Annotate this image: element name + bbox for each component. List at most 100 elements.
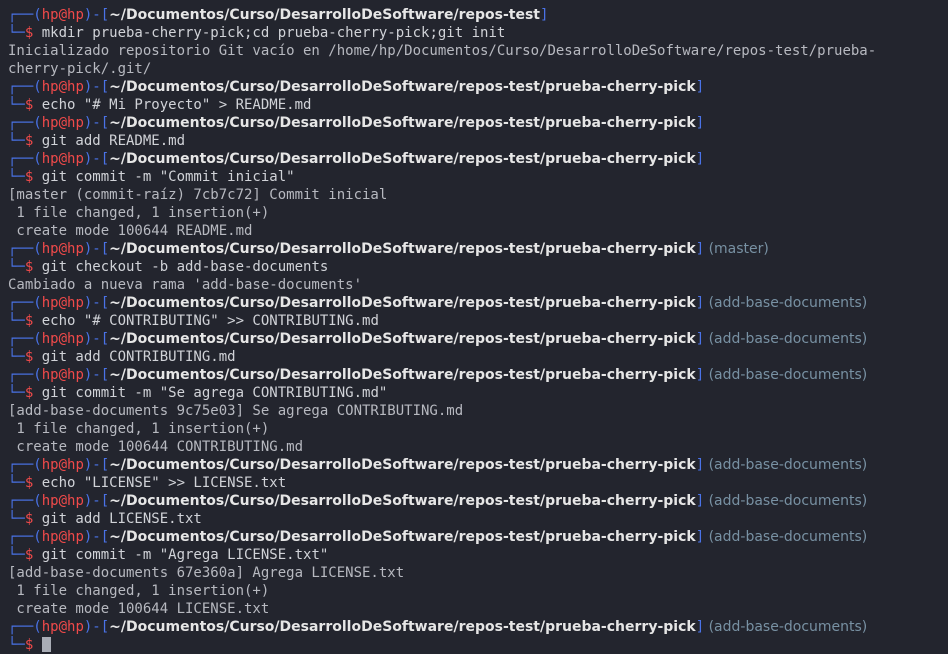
output-line: 1 file changed, 1 insertion(+) [8,205,270,221]
prompt-bracket: )-[ [83,79,110,95]
prompt-bracket-close: ] [695,529,705,545]
command-line: └─$ echo "# Mi Proyecto" > README.md [0,96,948,114]
git-branch-label: (add-base-documents) [708,367,868,383]
output-line: 1 file changed, 1 insertion(+) [8,583,270,599]
prompt-corner-bottom: └─ [8,97,25,113]
command-line: └─$ git checkout -b add-base-documents [0,258,948,276]
output-line: Inicializado repositorio Git vacío en /h… [8,43,877,59]
command-text: git commit -m "Commit inicial" [41,169,295,185]
prompt-corner-top: ┌──( [8,241,42,257]
prompt-corner-top: ┌──( [8,529,42,545]
prompt-host: hp [67,295,84,311]
prompt-header-line: ┌──(hp@hp)-[~/Documentos/Curso/Desarroll… [0,150,948,168]
command-text: git add LICENSE.txt [41,511,202,527]
output-line: create mode 100644 CONTRIBUTING.md [8,439,304,455]
prompt-bracket-close: ] [695,367,705,383]
prompt-header-line: ┌──(hp@hp)-[~/Documentos/Curso/Desarroll… [0,528,948,546]
git-branch-label: (add-base-documents) [708,331,868,347]
prompt-user: hp [41,79,59,95]
prompt-corner-top: ┌──( [8,79,42,95]
terminal-output: ┌──(hp@hp)-[~/Documentos/Curso/Desarroll… [0,6,948,654]
prompt-dollar: $ [24,511,42,527]
prompt-dollar: $ [24,169,42,185]
output-line: Cambiado a nueva rama 'add-base-document… [8,277,363,293]
prompt-user: hp [41,529,59,545]
prompt-user: hp [41,295,59,311]
command-line: └─$ git commit -m "Agrega LICENSE.txt" [0,546,948,564]
prompt-host: hp [67,493,84,509]
command-text: echo "LICENSE" >> LICENSE.txt [41,475,287,491]
prompt-corner-bottom: └─ [8,511,25,527]
terminal-window[interactable]: ┌──(hp@hp)-[~/Documentos/Curso/Desarroll… [0,0,948,654]
output-line: [master (commit-raíz) 7cb7c72] Commit in… [8,187,388,203]
output-line: create mode 100644 LICENSE.txt [8,601,270,617]
output-line: 1 file changed, 1 insertion(+) [8,421,270,437]
command-line: └─$ git add CONTRIBUTING.md [0,348,948,366]
output-line: [add-base-documents 9c75e03] Se agrega C… [8,403,464,419]
command-line: └─$ echo "LICENSE" >> LICENSE.txt [0,474,948,492]
prompt-corner-bottom: └─ [8,385,25,401]
prompt-host: hp [67,367,84,383]
prompt-at: @ [58,457,68,473]
prompt-bracket-close: ] [695,79,705,95]
prompt-path: ~/Documentos/Curso/DesarrolloDeSoftware/… [109,7,540,23]
prompt-path: ~/Documentos/Curso/DesarrolloDeSoftware/… [109,79,696,95]
prompt-dollar: $ [24,25,42,41]
prompt-header-line: ┌──(hp@hp)-[~/Documentos/Curso/Desarroll… [0,366,948,384]
prompt-path: ~/Documentos/Curso/DesarrolloDeSoftware/… [109,295,696,311]
prompt-at: @ [58,295,68,311]
prompt-bracket: )-[ [83,295,110,311]
active-prompt-line[interactable]: └─$ [0,636,948,654]
prompt-user: hp [41,115,59,131]
prompt-dollar: $ [24,133,42,149]
prompt-corner-bottom: └─ [8,547,25,563]
prompt-at: @ [58,331,68,347]
git-branch-label: (add-base-documents) [708,493,868,509]
prompt-path: ~/Documentos/Curso/DesarrolloDeSoftware/… [109,529,696,545]
prompt-user: hp [41,457,59,473]
prompt-bracket: )-[ [83,241,110,257]
prompt-corner-bottom: └─ [8,349,25,365]
command-text: git commit -m "Se agrega CONTRIBUTING.md… [41,385,388,401]
prompt-at: @ [58,493,68,509]
command-line: └─$ git add LICENSE.txt [0,510,948,528]
prompt-bracket: )-[ [83,115,110,131]
prompt-user: hp [41,619,59,635]
prompt-corner-bottom: └─ [8,25,25,41]
prompt-corner-top: ┌──( [8,619,42,635]
prompt-at: @ [58,79,68,95]
prompt-corner-top: ┌──( [8,331,42,347]
prompt-header-line: ┌──(hp@hp)-[~/Documentos/Curso/Desarroll… [0,618,948,636]
prompt-header-line: ┌──(hp@hp)-[~/Documentos/Curso/Desarroll… [0,114,948,132]
prompt-dollar: $ [24,97,42,113]
prompt-corner-top: ┌──( [8,7,42,23]
prompt-user: hp [41,151,59,167]
git-branch-label: (add-base-documents) [708,457,868,473]
prompt-path: ~/Documentos/Curso/DesarrolloDeSoftware/… [109,151,696,167]
prompt-bracket-close: ] [695,151,705,167]
command-text: echo "# Mi Proyecto" > README.md [41,97,312,113]
prompt-dollar: $ [24,259,42,275]
prompt-bracket-close: ] [695,295,705,311]
prompt-corner-top: ┌──( [8,295,42,311]
cursor-block[interactable] [41,637,51,652]
prompt-bracket-close: ] [695,331,705,347]
prompt-at: @ [58,241,68,257]
prompt-bracket: )-[ [83,529,110,545]
prompt-path: ~/Documentos/Curso/DesarrolloDeSoftware/… [109,619,696,635]
prompt-host: hp [67,457,84,473]
command-line: └─$ git add README.md [0,132,948,150]
prompt-bracket-close: ] [695,619,705,635]
prompt-bracket-close: ] [539,7,549,23]
prompt-bracket: )-[ [83,493,110,509]
prompt-host: hp [67,241,84,257]
prompt-bracket-close: ] [695,241,705,257]
prompt-corner-bottom: └─ [8,475,25,491]
prompt-user: hp [41,241,59,257]
prompt-dollar: $ [24,547,42,563]
prompt-host: hp [67,79,84,95]
git-branch-label: (add-base-documents) [708,529,868,545]
prompt-corner-top: ┌──( [8,151,42,167]
output-line: cherry-pick/.git/ [8,61,152,77]
prompt-bracket: )-[ [83,457,110,473]
